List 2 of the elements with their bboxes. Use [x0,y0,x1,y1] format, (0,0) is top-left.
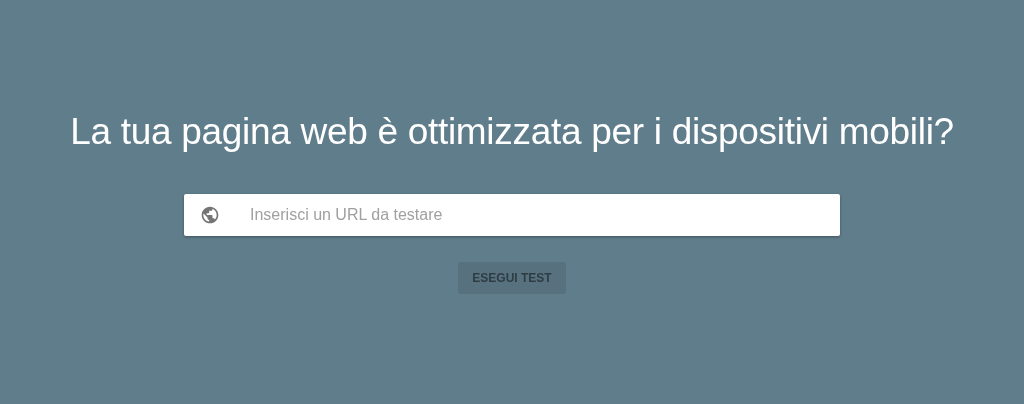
url-field[interactable]: Inserisci un URL da testare [184,194,840,236]
page-heading: La tua pagina web è ottimizzata per i dispositivi mobili? [70,110,954,154]
